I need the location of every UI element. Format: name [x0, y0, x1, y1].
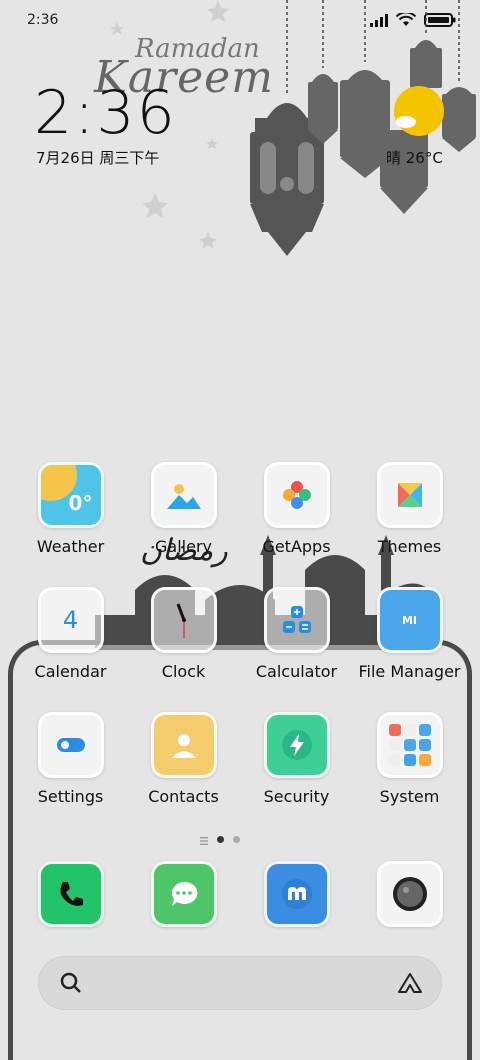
clock-widget-date[interactable]: 7月26日 周三下午 [36, 147, 159, 168]
contacts-icon [150, 712, 217, 778]
weather-icon-temp: 0° [68, 491, 93, 515]
app-label: Settings [37, 787, 104, 806]
dock-browser[interactable] [240, 861, 353, 927]
app-folder-system[interactable]: System [353, 712, 466, 806]
app-getapps[interactable]: GetApps [240, 462, 353, 556]
camera-icon [376, 861, 443, 927]
app-gallery[interactable]: Gallery [127, 462, 240, 556]
calendar-day-number: 4 [62, 606, 79, 634]
app-settings[interactable]: Settings [14, 712, 127, 806]
search-icon[interactable] [60, 972, 82, 998]
app-label: Gallery [155, 537, 212, 556]
app-label: Themes [377, 537, 442, 556]
weather-widget-text[interactable]: 晴 26°C [386, 147, 443, 168]
system-folder-icon [376, 712, 443, 778]
app-weather[interactable]: 0° Weather [14, 462, 127, 556]
file-manager-icon: MI [376, 587, 443, 653]
settings-icon [37, 712, 104, 778]
app-contacts[interactable]: Contacts [127, 712, 240, 806]
page-dot-active[interactable] [217, 836, 224, 843]
app-label: System [379, 787, 440, 806]
dock-messages[interactable] [127, 861, 240, 927]
gallery-icon [150, 462, 217, 528]
weather-sun-icon[interactable] [392, 84, 446, 142]
app-clock[interactable]: Clock [127, 587, 240, 681]
calendar-icon: 4 [37, 587, 104, 653]
app-label: Weather [36, 537, 105, 556]
clock-widget-time[interactable]: 2:36 [34, 78, 177, 148]
clock-icon [150, 587, 217, 653]
app-label: GetApps [262, 537, 331, 556]
page-indicator[interactable] [200, 830, 240, 849]
app-label: File Manager [358, 662, 461, 681]
messages-icon [150, 861, 217, 927]
themes-icon [376, 462, 443, 528]
app-security[interactable]: Security [240, 712, 353, 806]
security-icon [263, 712, 330, 778]
dock-phone[interactable] [14, 861, 127, 927]
calculator-icon [263, 587, 330, 653]
app-file-manager[interactable]: MI File Manager [353, 587, 466, 681]
assistant-icon[interactable] [396, 971, 424, 999]
app-calendar[interactable]: 4 Calendar [14, 587, 127, 681]
getapps-icon [263, 462, 330, 528]
app-label: Contacts [148, 787, 219, 806]
browser-icon [263, 861, 330, 927]
app-label: Clock [161, 662, 206, 681]
file-manager-badge: MI [401, 613, 418, 627]
phone-icon [37, 861, 104, 927]
page-list-icon[interactable] [200, 830, 208, 849]
app-label: Security [263, 787, 330, 806]
dock-camera[interactable] [353, 861, 466, 927]
weather-icon: 0° [37, 462, 104, 528]
page-dot[interactable] [233, 836, 240, 843]
app-calculator[interactable]: Calculator [240, 587, 353, 681]
app-label: Calendar [34, 662, 107, 681]
search-bar[interactable] [38, 956, 442, 1010]
app-themes[interactable]: Themes [353, 462, 466, 556]
app-label: Calculator [255, 662, 338, 681]
